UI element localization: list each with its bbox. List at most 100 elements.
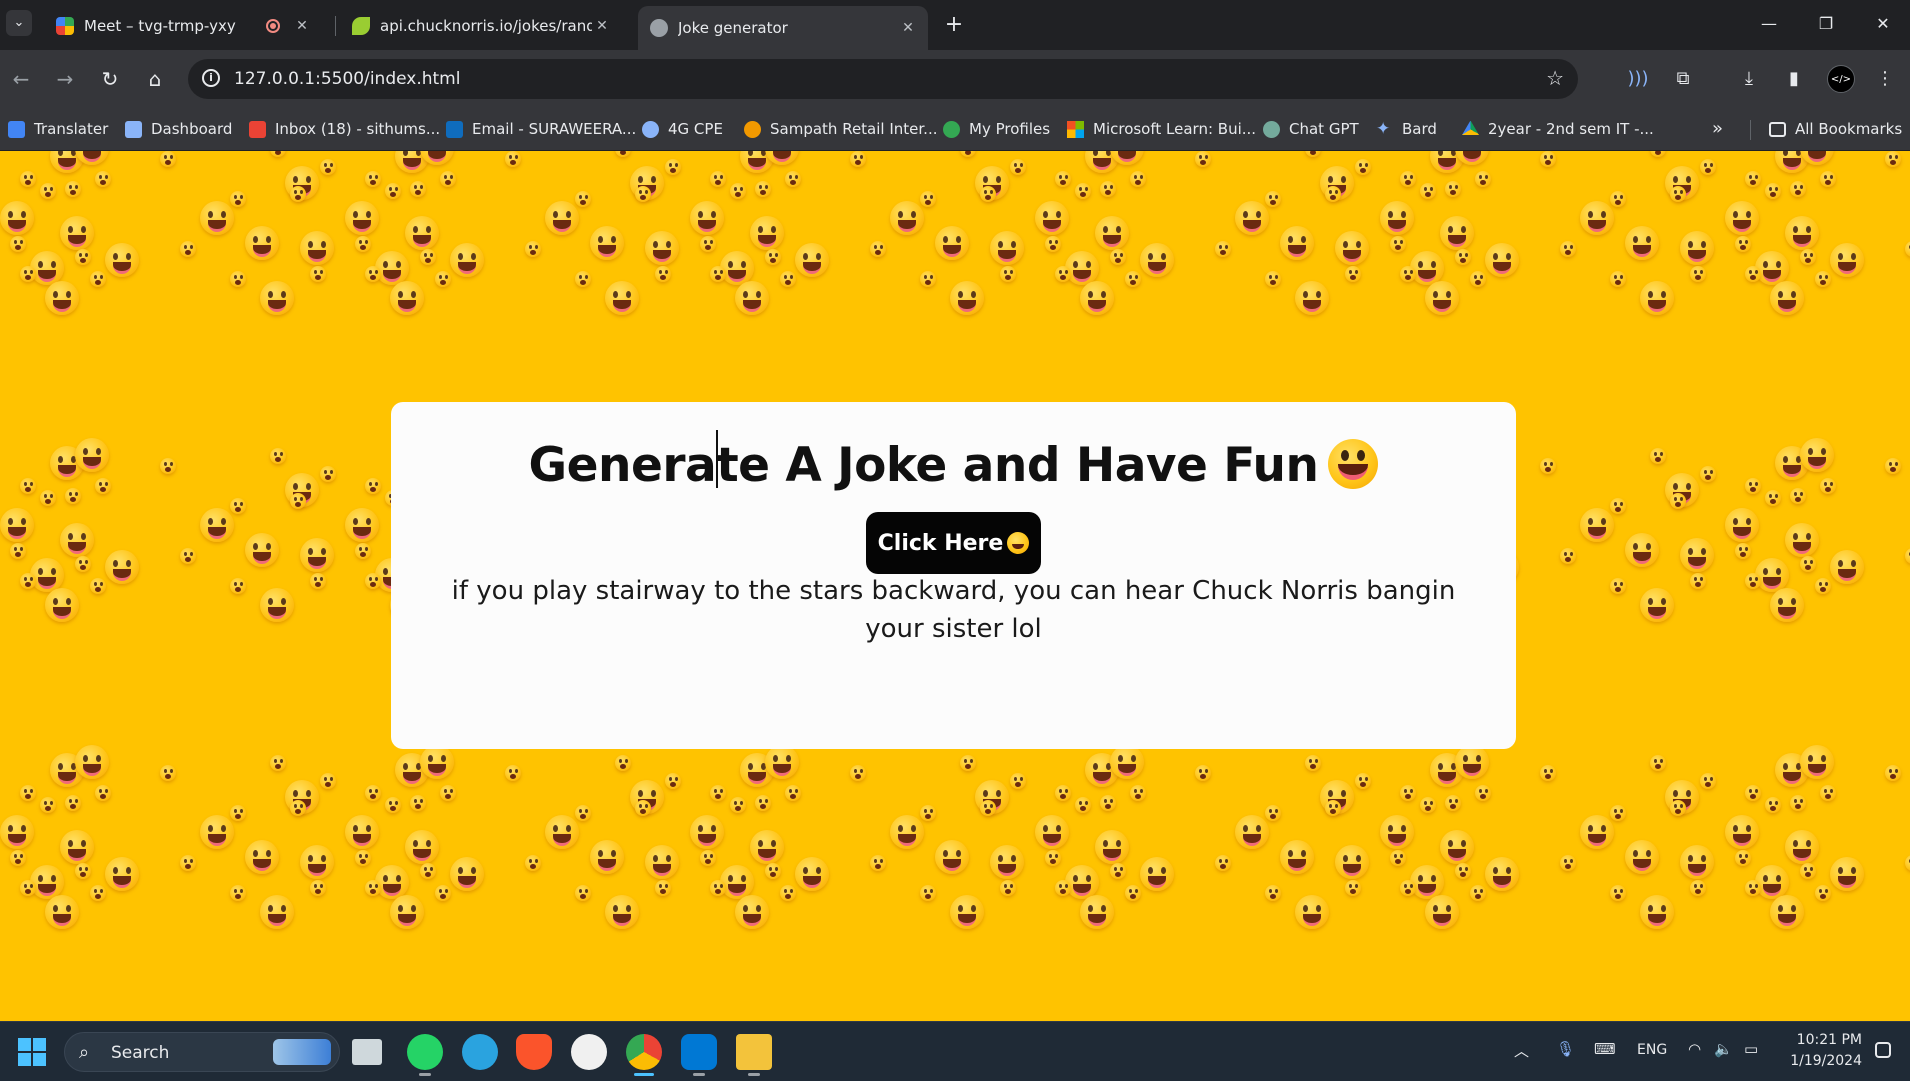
emoji-decoration bbox=[575, 805, 591, 821]
close-tab-icon[interactable]: ✕ bbox=[592, 18, 612, 34]
site-info-icon[interactable]: i bbox=[202, 69, 220, 87]
bookmark-dashboard[interactable]: Dashboard bbox=[125, 117, 232, 141]
emoji-decoration bbox=[1770, 588, 1804, 622]
taskbar-search-label: Search bbox=[111, 1043, 170, 1063]
emoji-decoration bbox=[575, 885, 591, 901]
emoji-decoration bbox=[1700, 159, 1716, 175]
emoji-decoration bbox=[75, 556, 91, 572]
bookmark-translater[interactable]: Translater bbox=[8, 117, 108, 141]
emoji-decoration bbox=[245, 533, 279, 567]
vscode-icon[interactable] bbox=[681, 1034, 717, 1076]
emoji-decoration bbox=[320, 159, 336, 175]
emoji-decoration bbox=[1765, 797, 1781, 813]
emoji-decoration bbox=[1470, 885, 1486, 901]
emoji-decoration bbox=[1325, 800, 1341, 816]
bookmark-star-icon[interactable]: ☆ bbox=[1546, 66, 1564, 90]
bookmark-bard[interactable]: ✦ Bard bbox=[1376, 117, 1437, 141]
emoji-decoration bbox=[1640, 588, 1674, 622]
bookmark-chatgpt[interactable]: Chat GPT bbox=[1263, 117, 1359, 141]
emoji-decoration bbox=[690, 815, 724, 849]
emoji-decoration bbox=[1755, 251, 1789, 285]
emoji-decoration bbox=[1815, 578, 1831, 594]
forward-arrow-icon[interactable]: → bbox=[50, 64, 80, 94]
volume-icon[interactable]: 🔈 bbox=[1714, 1040, 1733, 1058]
bookmark-outlook-email[interactable]: Email - SURAWEERA... bbox=[446, 117, 636, 141]
notifications-icon[interactable] bbox=[1875, 1042, 1891, 1058]
battery-icon[interactable]: ▭ bbox=[1744, 1040, 1758, 1058]
file-explorer-icon[interactable] bbox=[736, 1034, 772, 1076]
emoji-decoration bbox=[90, 271, 106, 287]
restore-window-icon[interactable]: ❐ bbox=[1803, 8, 1849, 42]
emoji-decoration bbox=[980, 800, 996, 816]
tab-chucknorris-api[interactable]: api.chucknorris.io/jokes/random ✕ bbox=[340, 6, 622, 46]
emoji-decoration bbox=[1045, 236, 1061, 252]
language-indicator[interactable]: ENG bbox=[1637, 1042, 1667, 1058]
bookmark-sampath[interactable]: Sampath Retail Inter... bbox=[744, 117, 937, 141]
bookmark-gmail-inbox[interactable]: Inbox (18) - sithums... bbox=[249, 117, 440, 141]
emoji-decoration bbox=[1335, 845, 1369, 879]
address-bar[interactable]: i 127.0.0.1:5500/index.html ☆ bbox=[188, 59, 1578, 99]
emoji-decoration bbox=[95, 478, 111, 494]
keyboard-icon[interactable]: ⌨ bbox=[1594, 1040, 1616, 1058]
close-tab-icon[interactable]: ✕ bbox=[898, 20, 918, 36]
bookmark-google-drive[interactable]: 2year - 2nd sem IT -... bbox=[1462, 117, 1654, 141]
emoji-decoration bbox=[505, 765, 521, 781]
windows-start-icon[interactable] bbox=[18, 1038, 46, 1066]
emoji-decoration bbox=[1235, 201, 1269, 235]
taskbar-clock[interactable]: 10:21 PM 1/19/2024 bbox=[1790, 1030, 1862, 1072]
all-bookmarks-button[interactable]: All Bookmarks bbox=[1769, 117, 1902, 141]
wifi-icon[interactable]: ◠ bbox=[1688, 1040, 1701, 1058]
emoji-decoration bbox=[765, 745, 799, 779]
taskbar-search-box[interactable]: ⌕ Search bbox=[64, 1032, 340, 1072]
emoji-decoration bbox=[200, 815, 234, 849]
emoji-decoration bbox=[1055, 785, 1071, 801]
download-icon[interactable]: ⤓ bbox=[1734, 64, 1764, 94]
whatsapp-icon[interactable] bbox=[407, 1034, 443, 1076]
emoji-decoration bbox=[300, 231, 334, 265]
emoji-decoration bbox=[1790, 795, 1806, 811]
bookmark-4g-cpe[interactable]: 4G CPE bbox=[642, 117, 723, 141]
telegram-icon[interactable] bbox=[462, 1034, 498, 1070]
emoji-decoration bbox=[1725, 201, 1759, 235]
extensions-puzzle-icon[interactable]: ⧉ bbox=[1668, 64, 1698, 94]
back-arrow-icon[interactable]: ← bbox=[6, 64, 36, 94]
tab-title: api.chucknorris.io/jokes/random bbox=[380, 17, 592, 35]
close-tab-icon[interactable]: ✕ bbox=[292, 18, 312, 34]
minimize-window-icon[interactable]: — bbox=[1746, 8, 1792, 42]
bookmark-my-profiles[interactable]: My Profiles bbox=[943, 117, 1050, 141]
tab-search-chevron-icon[interactable]: ⌄ bbox=[6, 10, 32, 36]
task-view-icon[interactable] bbox=[352, 1039, 382, 1065]
bookmarks-overflow-chevron-icon[interactable]: » bbox=[1712, 118, 1723, 139]
bookmark-label: Translater bbox=[34, 120, 109, 138]
close-window-icon[interactable]: ✕ bbox=[1860, 8, 1906, 42]
home-icon[interactable]: ⌂ bbox=[140, 64, 170, 94]
emoji-decoration bbox=[0, 508, 34, 542]
new-tab-button[interactable]: + bbox=[940, 12, 968, 40]
emoji-decoration bbox=[0, 815, 34, 849]
emoji-decoration bbox=[785, 171, 801, 187]
generate-joke-button[interactable]: Click Here bbox=[866, 512, 1041, 574]
github-icon[interactable] bbox=[571, 1034, 607, 1070]
chrome-icon[interactable] bbox=[626, 1034, 662, 1076]
more-menu-icon[interactable]: ⋮ bbox=[1870, 64, 1900, 94]
emoji-decoration bbox=[1080, 895, 1114, 929]
read-aloud-icon[interactable]: ))) bbox=[1623, 64, 1653, 94]
emoji-decoration bbox=[365, 785, 381, 801]
profile-avatar-icon[interactable]: </> bbox=[1827, 65, 1855, 93]
reload-icon[interactable]: ↻ bbox=[95, 64, 125, 94]
tab-meet[interactable]: Meet – tvg-trmp-yxy ✕ bbox=[44, 6, 322, 46]
brave-icon[interactable] bbox=[516, 1034, 552, 1070]
bookmark-microsoft-learn[interactable]: Microsoft Learn: Bui... bbox=[1067, 117, 1256, 141]
emoji-decoration bbox=[1475, 171, 1491, 187]
tab-joke-generator[interactable]: Joke generator ✕ bbox=[638, 6, 928, 50]
emoji-decoration bbox=[1885, 458, 1901, 474]
emoji-decoration bbox=[320, 773, 336, 789]
microphone-icon[interactable]: 🎙 bbox=[1556, 1040, 1575, 1058]
emoji-decoration bbox=[1610, 578, 1626, 594]
side-panel-icon[interactable]: ▮ bbox=[1779, 64, 1809, 94]
address-url[interactable]: 127.0.0.1:5500/index.html bbox=[234, 69, 460, 89]
emoji-decoration bbox=[920, 885, 936, 901]
tray-overflow-chevron-icon[interactable]: ︿ bbox=[1514, 1040, 1529, 1061]
outlook-icon bbox=[446, 120, 463, 138]
emoji-decoration bbox=[1265, 885, 1281, 901]
